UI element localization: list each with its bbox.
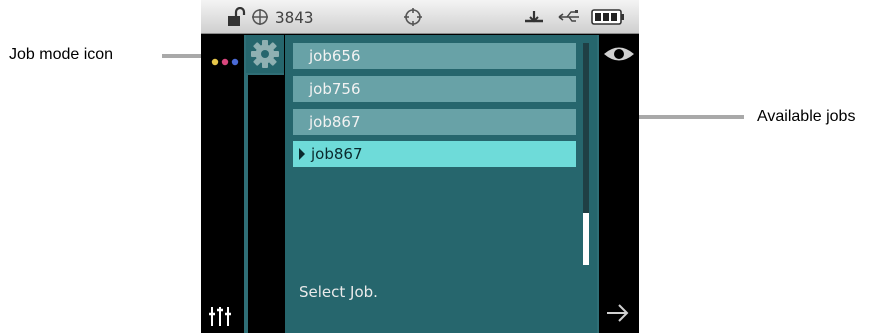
- job-list-item[interactable]: job656: [293, 43, 576, 69]
- callout-available-jobs: Available jobs: [757, 108, 856, 125]
- target-icon: [403, 0, 423, 34]
- secondary-panel: [246, 73, 284, 333]
- sliders-icon[interactable]: [208, 304, 232, 332]
- scrollbar-thumb[interactable]: [583, 213, 589, 265]
- job-list-panel: job656 job756 job867 job867 Select Job.: [285, 35, 597, 333]
- selection-marker-icon: [299, 148, 305, 160]
- scale-icon: [523, 0, 545, 34]
- status-count: 3843: [275, 7, 314, 27]
- status-bar: 3843: [201, 0, 639, 34]
- job-label: job867: [311, 145, 363, 163]
- device-screen: 3843 job656 job756 job867 job867 Select …: [201, 0, 639, 333]
- job-list-item[interactable]: job756: [293, 76, 576, 102]
- job-list-item-selected[interactable]: job867: [293, 141, 576, 167]
- callout-job-mode-icon: Job mode icon: [9, 46, 114, 63]
- color-dots-icon[interactable]: [211, 51, 241, 70]
- job-mode-button[interactable]: [246, 35, 284, 73]
- job-label: job656: [309, 47, 361, 65]
- eye-icon[interactable]: [603, 44, 635, 68]
- hint-text: Select Job.: [299, 283, 378, 301]
- right-toolbar: [597, 35, 639, 333]
- battery-icon: [591, 0, 625, 34]
- job-list-item[interactable]: job867: [293, 109, 576, 135]
- left-toolbar: [201, 35, 245, 333]
- job-label: job756: [309, 80, 361, 98]
- crosshair-icon: [251, 0, 269, 34]
- arrow-right-icon[interactable]: [605, 302, 631, 328]
- unlock-icon: [226, 0, 246, 34]
- usb-icon: [557, 0, 581, 34]
- job-label: job867: [309, 113, 361, 131]
- gear-icon: [251, 40, 279, 68]
